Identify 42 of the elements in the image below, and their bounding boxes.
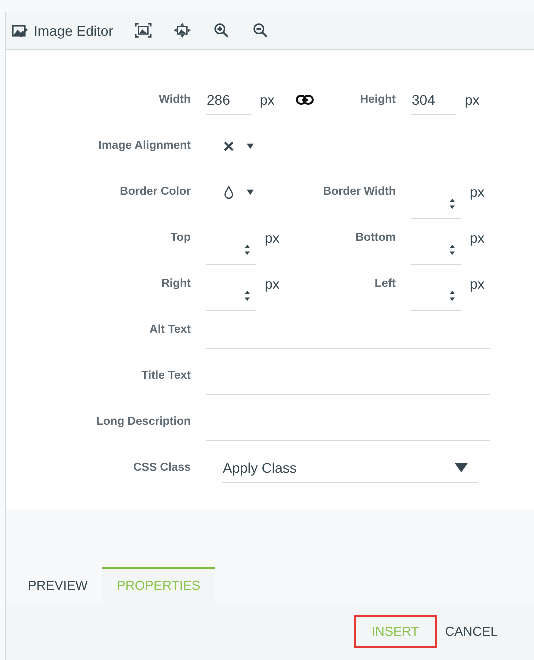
zoom-out-icon[interactable] [252, 23, 270, 38]
unit-label: px [265, 230, 280, 246]
number-field[interactable]: 304 [411, 86, 456, 114]
unit-label: px [470, 276, 485, 292]
number-field[interactable]: 286 [206, 86, 251, 114]
drop-icon[interactable] [223, 186, 235, 198]
field-label: Top [170, 232, 192, 244]
field-label: Long Description [95, 416, 192, 428]
fit-image-icon[interactable] [135, 23, 152, 38]
field-label: Left [374, 278, 397, 290]
field-label: Height [359, 94, 397, 106]
spinner-arrows-icon[interactable] [449, 198, 456, 210]
caret-icon[interactable] [246, 142, 255, 150]
zoom-in-icon[interactable] [213, 23, 230, 38]
field-label: Title Text [140, 370, 192, 382]
spinner-arrows-icon[interactable] [244, 244, 251, 256]
field-label: Border Color [119, 186, 192, 198]
field-label: Right [160, 278, 192, 290]
cancel-button[interactable]: CANCEL [439, 615, 504, 648]
field-label: Image Alignment [98, 140, 192, 152]
unit-label: px [260, 92, 275, 108]
field-label: Width [158, 94, 192, 106]
field-label: CSS Class [132, 462, 192, 474]
spinner-arrows-icon[interactable] [449, 290, 456, 302]
unit-label: px [465, 92, 480, 108]
close-icon[interactable] [223, 140, 235, 152]
caret-icon[interactable] [246, 188, 255, 196]
field-label: Border Width [322, 186, 397, 198]
resize-image-icon[interactable] [174, 23, 192, 38]
caret-icon[interactable] [455, 462, 468, 472]
editor-title: Image Editor [34, 22, 114, 38]
spinner-arrows-icon[interactable] [449, 244, 456, 256]
unit-label: px [470, 230, 485, 246]
field-label: Alt Text [148, 324, 192, 336]
link-icon[interactable] [296, 95, 314, 105]
unit-label: px [265, 276, 280, 292]
spinner-arrows-icon[interactable] [244, 290, 251, 302]
field-label: Bottom [354, 232, 397, 244]
image-edit-icon [12, 22, 28, 38]
tab[interactable]: PREVIEW [6, 567, 102, 603]
class-dropdown[interactable]: Apply Class [222, 454, 478, 482]
unit-label: px [470, 184, 485, 200]
